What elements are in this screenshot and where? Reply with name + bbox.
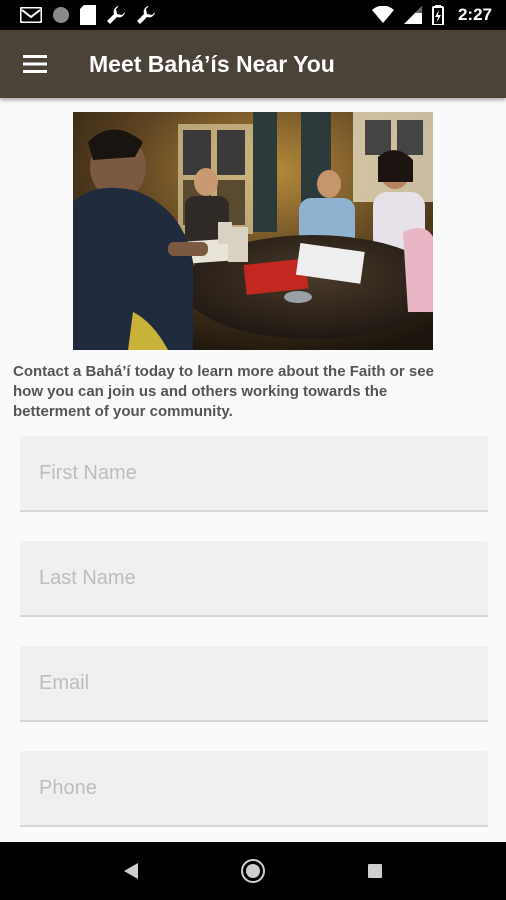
home-icon <box>241 859 265 883</box>
sd-card-icon <box>80 5 96 25</box>
home-button[interactable] <box>228 846 278 896</box>
recents-icon <box>368 864 382 878</box>
wrench-icon <box>137 6 155 24</box>
first-name-field[interactable] <box>20 436 488 512</box>
status-time: 2:27 <box>457 5 492 24</box>
circle-icon <box>53 7 69 23</box>
wifi-icon <box>371 6 394 23</box>
menu-icon <box>23 55 47 73</box>
intro-text: Contact a Bahá’í today to learn more abo… <box>13 363 434 420</box>
last-name-input[interactable] <box>20 541 488 615</box>
main-content[interactable]: Contact a Bahá’í today to learn more abo… <box>0 98 506 842</box>
last-name-field[interactable] <box>20 541 488 617</box>
navigation-bar <box>0 842 506 900</box>
recents-button[interactable] <box>350 846 400 896</box>
email-field[interactable] <box>20 646 488 722</box>
back-button[interactable] <box>106 846 156 896</box>
gmail-icon <box>20 7 42 23</box>
first-name-input[interactable] <box>20 436 488 510</box>
status-bar: 2:27 <box>0 0 506 30</box>
phone-field[interactable] <box>20 751 488 827</box>
status-notification-icons <box>20 5 156 25</box>
signal-icon <box>403 6 422 24</box>
menu-button[interactable] <box>0 30 70 98</box>
battery-icon <box>431 5 444 25</box>
hero-image <box>73 112 433 350</box>
wrench-icon <box>107 6 125 24</box>
email-input[interactable] <box>20 646 488 720</box>
page-title: Meet Bahá’ís Near You <box>89 50 335 77</box>
app-bar: Meet Bahá’ís Near You <box>0 30 506 98</box>
status-system-icons: 2:27 <box>371 5 492 25</box>
back-icon <box>124 863 138 879</box>
phone-input[interactable] <box>20 751 488 825</box>
